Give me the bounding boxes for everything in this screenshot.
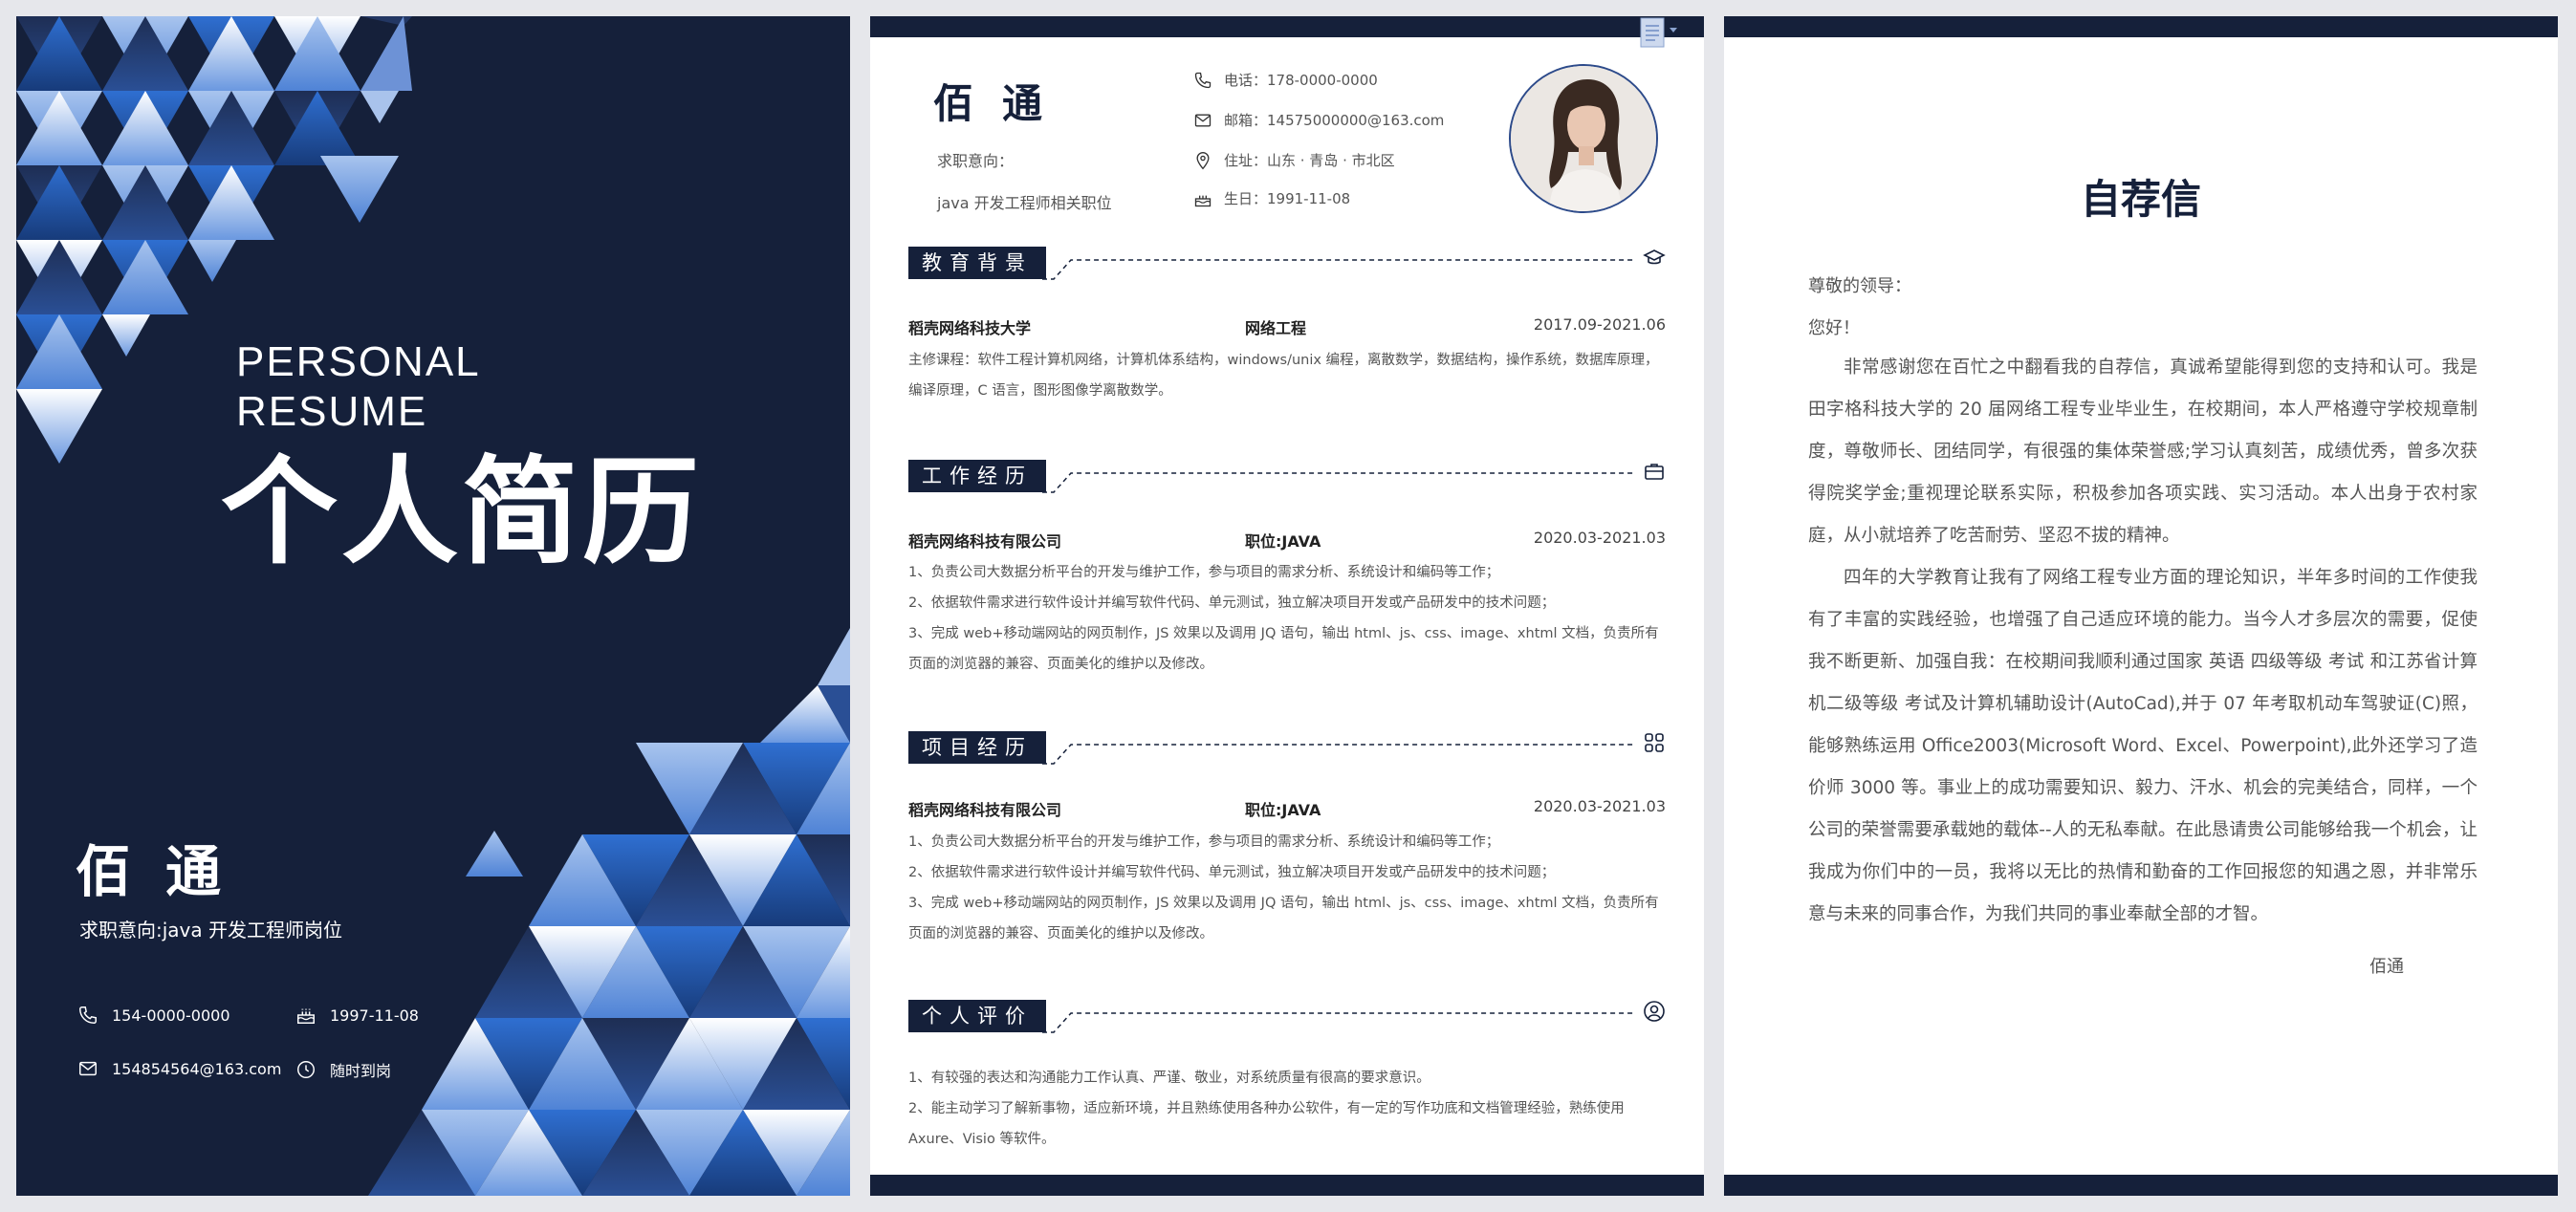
intent-label: 求职意向：: [937, 152, 1015, 170]
cover-page: PERSONAL RESUME 个人简历 佰通 求职意向:java 开发工程师岗…: [16, 16, 850, 1196]
info-phone: 电话：178-0000-0000: [1193, 70, 1378, 90]
education-major: 网络工程: [1245, 319, 1307, 337]
clock-icon: [297, 1061, 315, 1078]
project-position: 职位:JAVA: [1245, 801, 1321, 819]
cover-availability-text: 随时到岗: [330, 1062, 392, 1080]
project-item: 3、完成 web+移动端网站的网页制作，JS 效果以及调用 JQ 语句，输出 h…: [908, 896, 1659, 941]
user-icon: [1644, 1001, 1665, 1022]
project-item: 2、依据软件需求进行软件设计并编写软件代码、单元测试，独立解决项目开发或产品研发…: [908, 865, 1556, 880]
info-birthday-text: 生日：1991-11-08: [1224, 190, 1351, 207]
top-bar: [1724, 16, 2558, 37]
cover-letter-page: 自荐信 尊敬的领导： 您好！ 非常感谢您在百忙之中翻看我的自荐信，真诚希望能得到…: [1724, 16, 2558, 1196]
graduation-cap-icon: [1643, 249, 1666, 265]
briefcase-icon: [1645, 464, 1664, 480]
bottom-bar: [870, 1175, 1704, 1196]
education-row: 稻壳网络科技大学 网络工程 2017.09-2021.06: [908, 315, 1666, 337]
profile-photo: [1509, 64, 1658, 213]
intent-value: java 开发工程师相关职位: [937, 194, 1112, 212]
work-period: 2020.03-2021.03: [1533, 529, 1666, 547]
section-evaluation-header: 个人评价: [908, 994, 1666, 1036]
resume-name: 佰通: [933, 80, 1072, 127]
evaluation-item: 2、能主动学习了解新事物，适应新环境，并且熟练使用各种办公软件，有一定的写作功底…: [908, 1101, 1625, 1147]
letter-paragraph: 非常感谢您在百忙之中翻看我的自荐信，真诚希望能得到您的支持和认可。我是田字格科技…: [1808, 357, 2478, 546]
info-phone-text: 电话：178-0000-0000: [1224, 72, 1378, 89]
letter-greeting: 您好！: [1808, 318, 1860, 338]
info-birthday: 生日：1991-11-08: [1193, 188, 1350, 208]
cover-birthday: 1997-11-08: [295, 1005, 419, 1026]
section-project-title: 项目经历: [908, 731, 1046, 764]
education-period: 2017.09-2021.06: [1533, 315, 1666, 334]
work-item: 3、完成 web+移动端网站的网页制作，JS 效果以及调用 JQ 语句，输出 h…: [908, 626, 1659, 672]
info-email: 邮箱：14575000000@163.com: [1193, 110, 1444, 130]
mail-icon: [1194, 114, 1212, 126]
project-company: 稻壳网络科技有限公司: [908, 801, 1062, 819]
evaluation-list: 1、有较强的表达和沟通能力工作认真、严谨、敬业，对系统质量有很高的要求意识。 2…: [908, 1063, 1666, 1155]
cover-email-text: 154854564@163.com: [112, 1059, 282, 1078]
work-item: 2、依据软件需求进行软件设计并编写软件代码、单元测试，独立解决项目开发或产品研发…: [908, 595, 1556, 611]
phone-icon: [79, 1006, 97, 1024]
location-icon: [1196, 151, 1210, 169]
cover-name: 佰通: [76, 839, 256, 904]
resume-page: 佰通 求职意向： java 开发工程师相关职位 电话：178-0000-0000…: [870, 16, 1704, 1196]
info-address-text: 住址：山东 · 青岛 · 市北区: [1224, 152, 1395, 169]
section-work-header: 工作经历: [908, 454, 1666, 496]
work-item: 1、负责公司大数据分析平台的开发与维护工作，参与项目的需求分析、系统设计和编码等…: [908, 565, 1500, 580]
section-education-header: 教育背景: [908, 241, 1666, 283]
cover-phone: 154-0000-0000: [77, 1005, 230, 1026]
cover-email: 154854564@163.com: [77, 1058, 281, 1079]
project-list: 1、负责公司大数据分析平台的开发与维护工作，参与项目的需求分析、系统设计和编码等…: [908, 827, 1666, 949]
work-position: 职位:JAVA: [1245, 532, 1321, 551]
info-address: 住址：山东 · 青岛 · 市北区: [1193, 150, 1395, 170]
project-row: 稻壳网络科技有限公司 职位:JAVA 2020.03-2021.03: [908, 797, 1666, 819]
grid-icon: [1645, 733, 1664, 752]
cover-job-intent: 求职意向:java 开发工程师岗位: [79, 919, 342, 941]
section-work-title: 工作经历: [908, 460, 1046, 492]
cover-birthday-text: 1997-11-08: [330, 1006, 419, 1025]
letter-salutation: 尊敬的领导：: [1808, 276, 1911, 296]
education-school: 稻壳网络科技大学: [908, 319, 1032, 337]
education-courses: 主修课程：软件工程计算机网络，计算机体系结构，windows/unix 编程，离…: [908, 353, 1659, 399]
work-row: 稻壳网络科技有限公司 职位:JAVA 2020.03-2021.03: [908, 529, 1666, 551]
phone-icon: [1194, 72, 1212, 88]
letter-title: 自荐信: [2080, 176, 2201, 223]
mail-icon: [79, 1061, 97, 1076]
letter-signature: 佰通: [2369, 957, 2404, 977]
project-item: 1、负责公司大数据分析平台的开发与维护工作，参与项目的需求分析、系统设计和编码等…: [908, 834, 1500, 850]
cover-phone-text: 154-0000-0000: [112, 1006, 230, 1025]
cover-availability: 随时到岗: [295, 1058, 391, 1081]
cake-icon: [297, 1008, 315, 1024]
portrait-illustration: [1511, 66, 1656, 211]
work-company: 稻壳网络科技有限公司: [908, 532, 1062, 551]
document-menu-icon[interactable]: [1639, 16, 1681, 49]
work-list: 1、负责公司大数据分析平台的开发与维护工作，参与项目的需求分析、系统设计和编码等…: [908, 557, 1666, 680]
cover-title-cn: 个人简历: [221, 444, 703, 580]
section-evaluation-title: 个人评价: [908, 1000, 1046, 1032]
cake-icon: [1194, 195, 1212, 206]
letter-paragraph: 四年的大学教育让我有了网络工程专业方面的理论知识，半年多时间的工作使我有了丰富的…: [1808, 568, 2478, 924]
info-email-text: 邮箱：14575000000@163.com: [1224, 112, 1445, 129]
project-period: 2020.03-2021.03: [1533, 797, 1666, 815]
evaluation-item: 1、有较强的表达和沟通能力工作认真、严谨、敬业，对系统质量有很高的要求意识。: [908, 1071, 1430, 1086]
section-education-title: 教育背景: [908, 247, 1046, 279]
top-bar: [870, 16, 1704, 37]
bottom-bar: [1724, 1175, 2558, 1196]
section-project-header: 项目经历: [908, 725, 1666, 768]
